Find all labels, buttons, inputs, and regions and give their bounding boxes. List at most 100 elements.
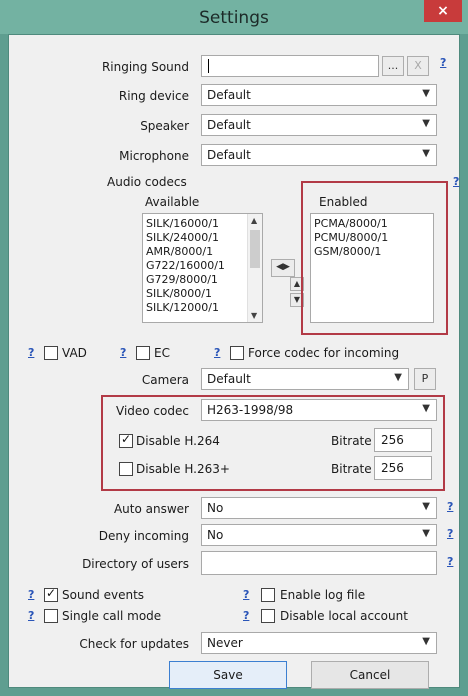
sound-events-checkbox[interactable]: ✓ [44,586,58,602]
directory-help-icon[interactable]: ? [447,555,453,568]
video-codec-select[interactable]: H263-1998/98 ▼ [201,399,437,421]
vad-help-icon[interactable]: ? [28,346,34,359]
settings-panel: Ringing Sound ... X ? Ring device Defaul… [8,34,460,689]
enabled-codecs-items: PCMA/8000/1 PCMU/8000/1 GSM/8000/1 [311,214,433,259]
h263p-bitrate-value: 256 [381,461,404,475]
microphone-value: Default [207,148,251,162]
list-item[interactable]: SILK/8000/1 [143,287,262,301]
directory-input[interactable] [201,551,437,575]
list-item[interactable]: PCMU/8000/1 [311,231,433,245]
deny-incoming-select[interactable]: No ▼ [201,524,437,546]
force-codec-label: Force codec for incoming [248,346,400,360]
enabled-codecs-list[interactable]: PCMA/8000/1 PCMU/8000/1 GSM/8000/1 [310,213,434,323]
force-codec-help-icon[interactable]: ? [214,346,220,359]
enabled-label: Enabled [319,195,368,209]
auto-answer-value: No [207,501,224,515]
vad-checkbox[interactable] [44,346,58,360]
single-call-label: Single call mode [62,609,162,623]
scroll-up-icon[interactable]: ▲ [251,216,257,225]
audio-codecs-help-icon[interactable]: ? [453,175,459,188]
deny-incoming-label: Deny incoming [98,529,189,543]
move-codec-button[interactable]: ◀▶ [271,259,295,277]
audio-codecs-label: Audio codecs [107,175,187,189]
microphone-label: Microphone [119,149,189,163]
list-item[interactable]: SILK/16000/1 [143,217,262,231]
enable-log-checkbox[interactable] [261,588,275,602]
chevron-down-icon: ▼ [422,403,430,414]
chevron-down-icon: ▼ [422,528,430,539]
scroll-down-icon[interactable]: ▼ [251,311,257,320]
ringing-sound-help-icon[interactable]: ? [440,56,446,69]
check-updates-select[interactable]: Never ▼ [201,632,437,654]
camera-p-button[interactable]: P [414,368,436,390]
disable-local-checkbox[interactable] [261,609,275,623]
list-item[interactable]: G722/16000/1 [143,259,262,273]
checkmark-icon: ✓ [46,586,57,600]
window-title: Settings [199,8,269,28]
chevron-down-icon: ▼ [422,118,430,129]
h264-bitrate-label: Bitrate [331,434,372,448]
ring-device-select[interactable]: Default ▼ [201,84,437,106]
available-label: Available [145,195,200,209]
list-item[interactable]: SILK/24000/1 [143,231,262,245]
scroll-thumb[interactable] [250,230,260,268]
disable-h264-checkbox[interactable]: ✓ [119,432,133,448]
local-account-help-icon[interactable]: ? [243,609,249,622]
list-item[interactable]: PCMA/8000/1 [311,217,433,231]
available-codecs-list[interactable]: SILK/16000/1 SILK/24000/1 AMR/8000/1 G722/1… [142,213,263,323]
check-updates-label: Check for updates [79,637,189,651]
list-item[interactable]: GSM/8000/1 [311,245,433,259]
cancel-button[interactable]: Cancel [311,661,429,689]
deny-incoming-value: No [207,528,224,542]
list-item[interactable]: AMR/8000/1 [143,245,262,259]
browse-button[interactable]: ... [382,56,404,76]
chevron-down-icon: ▼ [394,372,402,383]
h264-bitrate-value: 256 [381,433,404,447]
ring-device-label: Ring device [118,89,189,103]
deny-incoming-help-icon[interactable]: ? [447,527,453,540]
close-button[interactable]: × [424,0,462,22]
speaker-select[interactable]: Default ▼ [201,114,437,136]
enable-log-label: Enable log file [280,588,366,602]
single-call-checkbox[interactable] [44,609,58,623]
camera-select[interactable]: Default ▼ [201,368,409,390]
auto-answer-help-icon[interactable]: ? [447,500,453,513]
single-call-help-icon[interactable]: ? [28,609,34,622]
scrollbar[interactable]: ▲ ▼ [247,214,262,322]
auto-answer-select[interactable]: No ▼ [201,497,437,519]
ringing-sound-label: Ringing Sound [101,60,189,74]
chevron-down-icon: ▼ [422,501,430,512]
chevron-down-icon: ▼ [422,88,430,99]
ringing-sound-input[interactable] [201,55,379,77]
speaker-label: Speaker [140,119,189,133]
check-updates-value: Never [207,636,243,650]
text-caret [208,59,209,73]
disable-local-label: Disable local account [280,609,408,623]
speaker-value: Default [207,118,251,132]
sound-events-label: Sound events [62,588,145,602]
disable-h263p-label: Disable H.263+ [136,462,230,476]
video-codec-label: Video codec [116,404,189,418]
ec-label: EC [154,346,170,360]
list-item[interactable]: G729/8000/1 [143,273,262,287]
title-bar[interactable]: Settings × [0,0,468,34]
force-codec-checkbox[interactable] [230,346,244,360]
microphone-select[interactable]: Default ▼ [201,144,437,166]
ec-help-icon[interactable]: ? [120,346,126,359]
log-file-help-icon[interactable]: ? [243,588,249,601]
vad-label: VAD [62,346,87,360]
list-item[interactable]: SILK/12000/1 [143,301,262,315]
camera-label: Camera [141,373,189,387]
clear-sound-button[interactable]: X [407,56,429,76]
disable-h263p-checkbox[interactable] [119,462,133,476]
sound-events-help-icon[interactable]: ? [28,588,34,601]
h264-bitrate-input[interactable]: 256 [374,428,432,452]
disable-h264-label: Disable H.264 [136,434,220,448]
video-codec-value: H263-1998/98 [207,403,294,417]
save-button[interactable]: Save [169,661,287,689]
chevron-down-icon: ▼ [422,636,430,647]
h263p-bitrate-input[interactable]: 256 [374,456,432,480]
ring-device-value: Default [207,88,251,102]
camera-value: Default [207,372,251,386]
ec-checkbox[interactable] [136,346,150,360]
